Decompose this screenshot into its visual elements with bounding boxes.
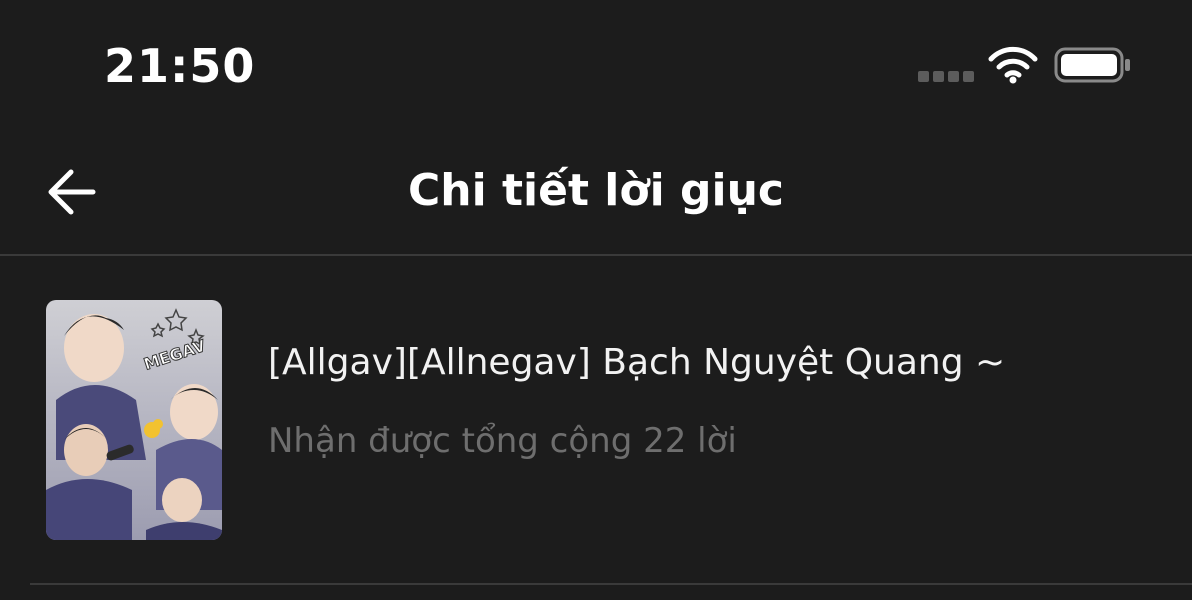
story-reminder-count: Nhận được tổng cộng 22 lời (268, 421, 737, 461)
page-title: Chi tiết lời giục (407, 165, 785, 216)
wifi-icon (988, 46, 1038, 84)
row-divider (30, 583, 1192, 585)
signal-icon (918, 71, 974, 83)
story-title[interactable]: [Allgav][Allnegav] Bạch Nguyệt Quang ~ (268, 336, 1005, 390)
story-cover-image[interactable]: MEGAV (46, 300, 222, 540)
status-time: 21:50 (104, 39, 256, 93)
status-bar: 21:50 (0, 0, 1192, 130)
story-row[interactable]: MEGAV [Allgav][Allnegav] Bạch Nguyệt Qua… (0, 256, 1192, 584)
screen: 21:50 Chi tiết lời giục MEGAV [Allgav][A… (0, 0, 1192, 600)
battery-icon (1054, 47, 1130, 83)
nav-bar: Chi tiết lời giục (0, 130, 1192, 254)
